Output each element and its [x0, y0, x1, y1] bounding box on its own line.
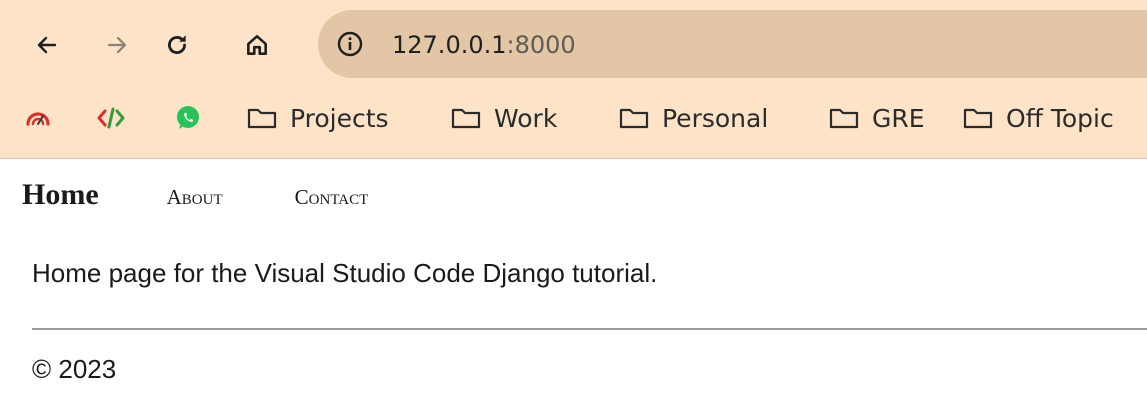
- footer-divider: [32, 328, 1147, 330]
- home-icon: [247, 35, 267, 55]
- nav-about-link[interactable]: About: [167, 185, 223, 210]
- whatsapp-icon: [177, 106, 199, 129]
- bookmark-whatsapp[interactable]: [174, 92, 202, 144]
- intro-text: Home page for the Visual Studio Code Dja…: [32, 258, 658, 288]
- url-port: :8000: [506, 31, 576, 59]
- bookmark-label: GRE: [872, 103, 925, 133]
- bookmark-label: Off Topic: [1006, 103, 1114, 133]
- bookmark-folder-gre[interactable]: GRE: [828, 92, 925, 144]
- info-icon[interactable]: [334, 28, 366, 60]
- bookmark-folder-off-topic[interactable]: Off Topic: [962, 92, 1114, 144]
- bookmark-label: Personal: [662, 103, 769, 133]
- speedometer-icon: [26, 112, 50, 126]
- code-icon: [97, 107, 125, 129]
- url-host: 127.0.0.1: [392, 31, 507, 59]
- arrow-right-icon: [107, 36, 127, 54]
- bookmark-folder-work[interactable]: Work: [450, 92, 557, 144]
- home-button[interactable]: [234, 22, 280, 68]
- bookmark-label: Work: [494, 103, 558, 133]
- site-nav: Home About Contact: [22, 178, 368, 218]
- folder-icon: [829, 108, 859, 129]
- folder-icon: [451, 108, 481, 129]
- nav-contact-link[interactable]: Contact: [295, 185, 369, 210]
- arrow-left-icon: [37, 36, 57, 54]
- bookmark-speedometer[interactable]: [24, 92, 52, 144]
- url-text[interactable]: 127.0.0.1:8000: [392, 28, 576, 62]
- bookmarks-bar: Projects Work Personal GRE Off Topic: [0, 92, 1147, 144]
- bookmark-folder-projects[interactable]: Projects: [246, 92, 389, 144]
- bookmark-folder-personal[interactable]: Personal: [618, 92, 768, 144]
- footer-copyright: © 2023: [32, 354, 117, 384]
- browser-toolbar: 127.0.0.1:8000 Projects Work Personal GR…: [0, 0, 1147, 159]
- folder-icon: [619, 108, 649, 129]
- forward-button[interactable]: [94, 22, 140, 68]
- reload-icon: [168, 35, 186, 54]
- bookmark-label: Projects: [290, 103, 389, 133]
- bookmark-code[interactable]: [96, 92, 126, 144]
- reload-button[interactable]: [154, 22, 200, 68]
- folder-icon: [247, 108, 277, 129]
- folder-icon: [963, 108, 993, 129]
- nav-home-link[interactable]: Home: [22, 178, 99, 212]
- back-button[interactable]: [24, 22, 70, 68]
